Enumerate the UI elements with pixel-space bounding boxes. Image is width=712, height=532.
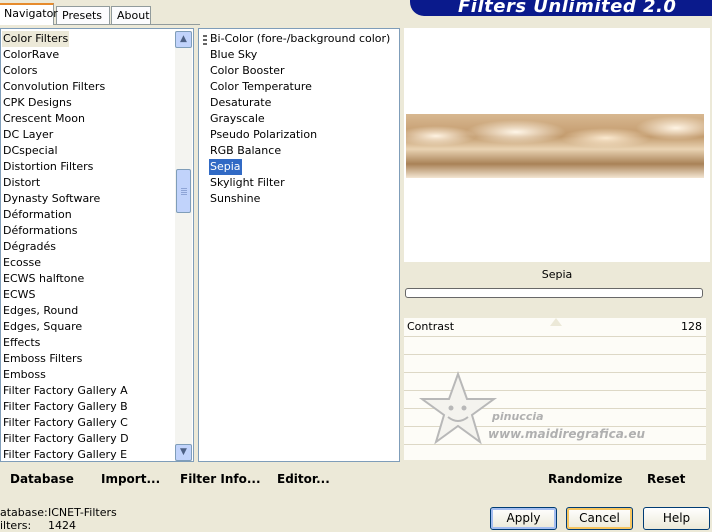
filter-controls: Contrast 128 pinuccia www.maidiregrafica… (404, 318, 706, 460)
category-item[interactable]: Emboss (2, 367, 47, 383)
category-item[interactable]: Distortion Filters (2, 159, 94, 175)
category-item[interactable]: Filter Factory Gallery D (2, 431, 130, 447)
cancel-button[interactable]: Cancel (566, 507, 633, 530)
category-item[interactable]: Edges, Square (2, 319, 83, 335)
tab-navigator[interactable]: Navigator (0, 3, 58, 25)
current-filter-name: Sepia (541, 268, 573, 281)
category-scrollbar[interactable]: ▲ ▼ (175, 31, 192, 461)
filter-item[interactable]: Blue Sky (209, 47, 258, 63)
category-item[interactable]: Dégradés (2, 239, 57, 255)
category-item[interactable]: CPK Designs (2, 95, 73, 111)
filter-item[interactable]: Color Booster (209, 63, 286, 79)
filter-item[interactable]: Sunshine (209, 191, 261, 207)
category-item[interactable]: Filter Factory Gallery A (2, 383, 129, 399)
tab-presets[interactable]: Presets (56, 6, 110, 24)
category-item[interactable]: Ecosse (2, 255, 42, 271)
category-item[interactable]: Emboss Filters (2, 351, 83, 367)
scroll-up-button[interactable]: ▲ (175, 31, 192, 48)
scroll-thumb[interactable] (176, 169, 191, 213)
category-item[interactable]: Filter Factory Gallery E (2, 447, 128, 461)
slider-marker-icon (550, 318, 562, 326)
banner-title: Filters Unlimited 2.0 (458, 0, 677, 16)
apply-button[interactable]: Apply (490, 507, 557, 530)
randomize-button[interactable]: Randomize (548, 471, 622, 487)
category-item[interactable]: Déformations (2, 223, 78, 239)
category-item[interactable]: ECWS (2, 287, 37, 303)
filter-item[interactable]: Skylight Filter (209, 175, 286, 191)
category-item[interactable]: Colors (2, 63, 38, 79)
filter-item[interactable]: Bi-Color (fore-/background color) (209, 31, 391, 47)
category-list[interactable]: Color Filters ColorRave Colors Convolution … (0, 28, 194, 462)
contrast-slider[interactable]: Contrast 128 (404, 318, 706, 336)
help-button[interactable]: Help (643, 507, 710, 530)
status-database-label: atabase: (0, 506, 48, 519)
filter-info-button[interactable]: Filter Info... (180, 471, 261, 487)
category-item[interactable]: Effects (2, 335, 41, 351)
filter-item[interactable]: Color Temperature (209, 79, 313, 95)
category-item[interactable]: Convolution Filters (2, 79, 106, 95)
category-item[interactable]: ECWS halftone (2, 271, 85, 287)
watermark-url: www.maidiregrafica.eu (488, 427, 646, 441)
category-item[interactable]: DC Layer (2, 127, 54, 143)
progress-bar (405, 288, 703, 298)
title-banner: Filters Unlimited 2.0 (410, 0, 712, 16)
scroll-down-button[interactable]: ▼ (175, 444, 192, 461)
filter-item[interactable]: Desaturate (209, 95, 272, 111)
category-item[interactable]: Dynasty Software (2, 191, 101, 207)
category-item[interactable]: Color Filters (2, 31, 70, 47)
category-item[interactable]: Déformation (2, 207, 73, 223)
star-watermark-icon (418, 371, 498, 445)
category-item[interactable]: Distort (2, 175, 41, 191)
category-item[interactable]: Edges, Round (2, 303, 79, 319)
filter-list[interactable]: Bi-Color (fore-/background color) Blue Sk… (198, 28, 400, 462)
preview-area (404, 28, 710, 262)
filter-item[interactable]: Sepia (209, 159, 242, 175)
filter-item[interactable]: RGB Balance (209, 143, 282, 159)
contrast-value: 128 (681, 320, 702, 333)
contrast-label: Contrast (407, 320, 455, 333)
editor-button[interactable]: Editor... (277, 471, 330, 487)
tab-about[interactable]: About (111, 6, 151, 24)
status-database-value: ICNET-Filters (48, 506, 117, 519)
reset-button[interactable]: Reset (647, 471, 685, 487)
category-item[interactable]: Crescent Moon (2, 111, 86, 127)
drag-grip-icon (203, 35, 207, 47)
category-item[interactable]: DCspecial (2, 143, 59, 159)
status-filters-value: 1424 (48, 519, 76, 532)
preview-image (406, 114, 704, 178)
filter-item[interactable]: Pseudo Polarization (209, 127, 318, 143)
watermark-name: pinuccia (492, 410, 544, 423)
category-item[interactable]: Filter Factory Gallery C (2, 415, 129, 431)
category-item[interactable]: ColorRave (2, 47, 60, 63)
database-button[interactable]: Database (10, 471, 74, 487)
status-filters-label: ilters: (0, 519, 32, 532)
category-item[interactable]: Filter Factory Gallery B (2, 399, 129, 415)
filter-item[interactable]: Grayscale (209, 111, 266, 127)
import-button[interactable]: Import... (101, 471, 160, 487)
